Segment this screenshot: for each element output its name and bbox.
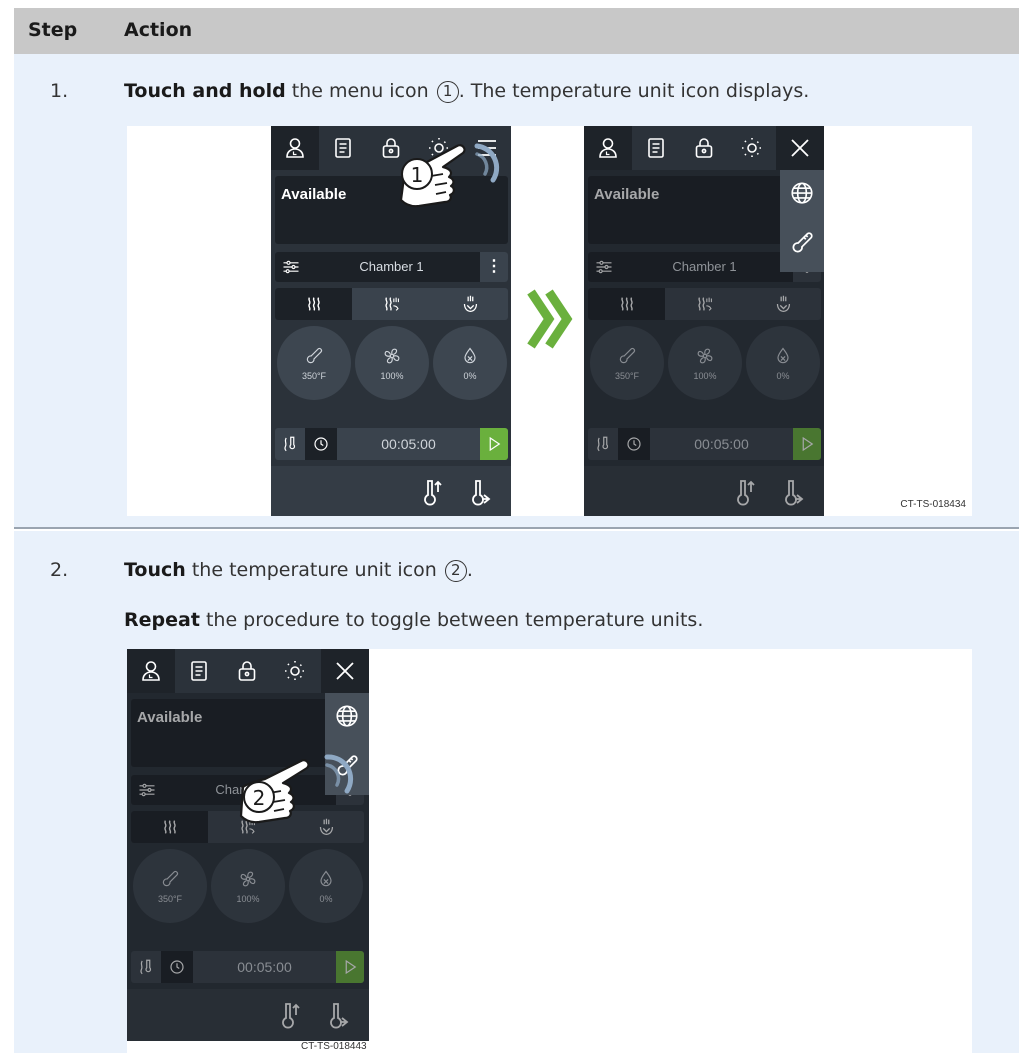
globe-language-icon[interactable] xyxy=(789,180,815,206)
action-verb: Repeat xyxy=(124,609,200,631)
side-menu-popup xyxy=(780,170,824,272)
recipe-doc-icon[interactable] xyxy=(632,126,680,170)
lock-icon[interactable] xyxy=(680,126,728,170)
mode-combi-icon[interactable] xyxy=(353,288,430,320)
touch-hand-icon: 1 xyxy=(399,143,500,208)
humidity-value: 0% xyxy=(463,371,477,381)
clock-icon[interactable] xyxy=(305,428,337,460)
instruction-text: the menu icon xyxy=(285,80,435,102)
timer-bar: 00:05:00 xyxy=(275,428,508,460)
instruction-text-end: . The temperature unit icon displays. xyxy=(458,80,810,102)
brightness-icon[interactable] xyxy=(271,649,319,693)
close-icon[interactable] xyxy=(776,126,824,170)
globe-language-icon[interactable] xyxy=(334,703,360,729)
step-row-1: 1. Touch and hold the menu icon 1. The t… xyxy=(14,54,1019,529)
more-options-button[interactable]: ⋮ xyxy=(480,252,508,282)
figure-step-1: Available Chamber 1 ⋮ 350°F 100% 0% 00:0… xyxy=(127,126,972,516)
recipe-doc-icon[interactable] xyxy=(319,126,367,170)
step-number: 1. xyxy=(50,80,69,102)
top-bar xyxy=(127,649,369,693)
callout-2-label: 2 xyxy=(253,786,266,810)
note-text: the procedure to toggle between temperat… xyxy=(199,609,704,631)
instruction-text-end: . xyxy=(466,559,473,581)
probe-mode-icon[interactable] xyxy=(275,428,305,460)
user-icon[interactable] xyxy=(271,126,319,170)
action-verb: Touch and hold xyxy=(124,80,286,102)
step-row-2: 2. Touch the temperature unit icon 2. Re… xyxy=(14,531,1019,1053)
chamber-selector[interactable]: Chamber 1 ⋮ xyxy=(275,252,508,282)
action-verb: Touch xyxy=(124,559,186,581)
device-screen-toggle: Available Chamber 1 ⋮ 350°F 100% 0% xyxy=(127,649,369,1041)
table-header: Step Action xyxy=(14,8,1019,54)
chamber-label: Chamber 1 xyxy=(359,259,424,274)
instruction-text: the temperature unit icon xyxy=(185,559,443,581)
header-step: Step xyxy=(28,19,78,41)
touch-hand-icon: 2 xyxy=(239,754,354,824)
close-icon[interactable] xyxy=(321,649,369,693)
step-number: 2. xyxy=(50,559,69,581)
bottom-bar xyxy=(271,466,511,516)
user-icon[interactable] xyxy=(127,649,175,693)
mode-steam-icon[interactable] xyxy=(431,288,508,320)
callout-1-label: 1 xyxy=(411,163,424,187)
temperature-dial[interactable]: 350°F xyxy=(277,326,351,400)
preheat-icon[interactable] xyxy=(419,478,445,506)
fan-dial[interactable]: 100% xyxy=(355,326,429,400)
user-icon[interactable] xyxy=(584,126,632,170)
temperature-value: 350°F xyxy=(301,371,327,381)
top-bar xyxy=(584,126,824,170)
recipe-doc-icon[interactable] xyxy=(175,649,223,693)
step-note: Repeat the procedure to toggle between t… xyxy=(124,609,703,631)
temperature-unit-icon[interactable] xyxy=(789,230,815,256)
lock-icon[interactable] xyxy=(223,649,271,693)
step-instruction: Touch and hold the menu icon 1. The temp… xyxy=(124,80,809,103)
header-action: Action xyxy=(124,19,193,41)
cooking-mode-tabs xyxy=(275,288,508,320)
brightness-icon[interactable] xyxy=(728,126,776,170)
cooldown-icon[interactable] xyxy=(469,478,495,506)
figure-step-2: Available Chamber 1 ⋮ 350°F 100% 0% xyxy=(127,649,972,1053)
mode-convection-heat-icon[interactable] xyxy=(275,288,352,320)
start-button[interactable] xyxy=(480,428,508,460)
humidity-dial[interactable]: 0% xyxy=(433,326,507,400)
figure-code: CT-TS-018434 xyxy=(900,499,966,510)
fan-value: 100% xyxy=(380,371,404,381)
callout-number-icon: 1 xyxy=(436,81,459,103)
callout-number-icon: 2 xyxy=(444,560,467,582)
procedure-table: Step Action 1. Touch and hold the menu i… xyxy=(14,8,1019,1053)
double-chevron-right-icon xyxy=(527,289,573,349)
figure-code: CT-TS-018443 xyxy=(301,1041,367,1052)
step-instruction: Touch the temperature unit icon 2. xyxy=(124,559,473,582)
device-screen-after: Available Chamber 1 ⋮ 350°F 100% 0% xyxy=(584,126,824,516)
timer-value[interactable]: 00:05:00 xyxy=(337,436,480,452)
status-text: Available xyxy=(281,186,347,203)
